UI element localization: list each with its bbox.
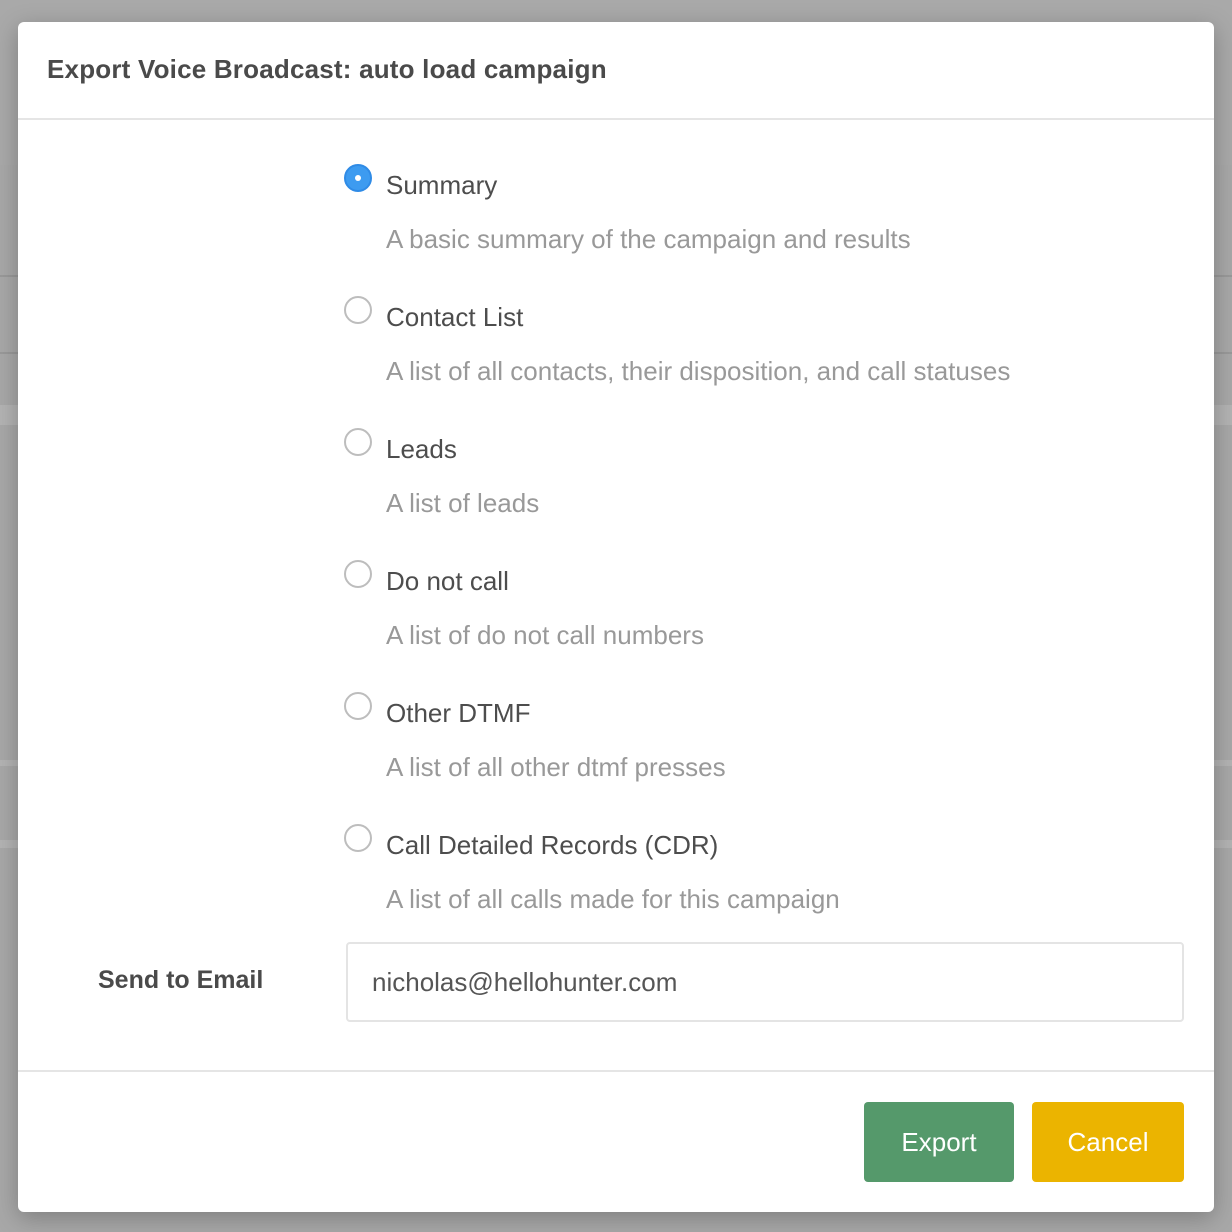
option-label[interactable]: Summary (386, 170, 497, 201)
radio-summary[interactable] (344, 164, 372, 192)
export-button[interactable]: Export (864, 1102, 1014, 1182)
email-field[interactable] (346, 942, 1184, 1022)
radio-contact-list[interactable] (344, 296, 372, 324)
footer-divider (18, 1070, 1214, 1072)
radio-cdr[interactable] (344, 824, 372, 852)
option-label[interactable]: Contact List (386, 302, 523, 333)
option-description: A list of do not call numbers (386, 620, 704, 650)
email-label: Send to Email (98, 966, 264, 994)
option-description: A list of all calls made for this campai… (386, 884, 840, 914)
cancel-button[interactable]: Cancel (1032, 1102, 1184, 1182)
modal-title: Export Voice Broadcast: auto load campai… (47, 54, 607, 84)
modal-header: Export Voice Broadcast: auto load campai… (18, 22, 1214, 120)
option-label[interactable]: Do not call (386, 566, 509, 597)
option-description: A list of leads (386, 488, 540, 518)
option-description: A basic summary of the campaign and resu… (386, 224, 911, 254)
option-description: A list of all contacts, their dispositio… (386, 356, 1011, 386)
radio-other-dtmf[interactable] (344, 692, 372, 720)
export-modal: Export Voice Broadcast: auto load campai… (18, 22, 1214, 1212)
option-label[interactable]: Other DTMF (386, 698, 530, 729)
radio-leads[interactable] (344, 428, 372, 456)
radio-do-not-call[interactable] (344, 560, 372, 588)
option-description: A list of all other dtmf presses (386, 752, 726, 782)
option-label[interactable]: Leads (386, 434, 457, 465)
option-label[interactable]: Call Detailed Records (CDR) (386, 830, 718, 861)
